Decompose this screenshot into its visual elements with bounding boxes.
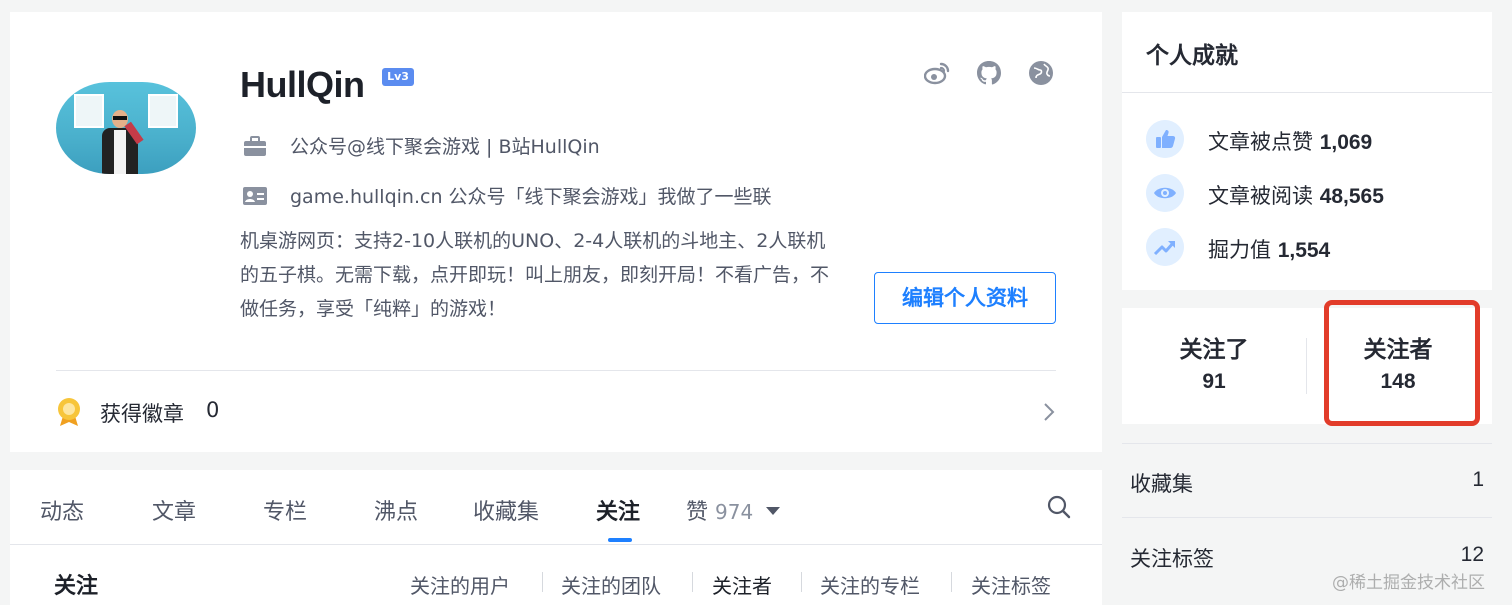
weibo-icon[interactable] xyxy=(924,60,950,86)
watermark: @稀土掘金技术社区 xyxy=(1332,573,1485,593)
achievement-label-text: 掘力值 xyxy=(1208,238,1271,262)
subtab-followers[interactable]: 关注者 xyxy=(712,570,772,599)
subtab-followed-tags[interactable]: 关注标签 xyxy=(971,570,1051,599)
following-stat[interactable]: 关注了 91 xyxy=(1124,330,1304,394)
following-label: 关注了 xyxy=(1179,337,1249,363)
bio-text: 机桌游网页：支持2-10人联机的UNO、2-4人联机的斗地主、2人联机的五子棋。… xyxy=(240,230,830,320)
separator xyxy=(692,572,693,592)
subtab-followed-users[interactable]: 关注的用户 xyxy=(410,570,510,599)
id-card-icon xyxy=(243,187,267,205)
caret-down-icon xyxy=(766,507,781,515)
achievement-label: 文章被点赞 1,069 xyxy=(1208,126,1372,156)
tab-following[interactable]: 关注 xyxy=(596,494,640,526)
achievement-label: 掘力值 1,554 xyxy=(1208,234,1330,264)
badges-count: 0 xyxy=(206,398,220,422)
thumbs-up-icon xyxy=(1146,120,1184,158)
tab-activity[interactable]: 动态 xyxy=(40,494,84,526)
active-tab-indicator xyxy=(608,538,632,542)
trend-up-icon xyxy=(1146,228,1184,266)
tab-articles[interactable]: 文章 xyxy=(152,494,196,526)
tab-likes[interactable]: 赞 974 xyxy=(686,494,781,526)
achievement-value: 48,565 xyxy=(1319,185,1384,208)
briefcase-icon xyxy=(244,136,266,156)
achievements-title: 个人成就 xyxy=(1146,43,1238,69)
chevron-right-icon[interactable] xyxy=(1042,402,1056,422)
badges-row[interactable]: 获得徽章 0 xyxy=(56,392,1056,432)
divider xyxy=(1122,517,1492,518)
job-title: 公众号@线下聚会游戏 | B站HullQin xyxy=(290,136,600,158)
tab-collections[interactable]: 收藏集 xyxy=(473,494,539,526)
tags-row-label[interactable]: 关注标签 xyxy=(1130,543,1214,573)
achievement-value: 1,069 xyxy=(1319,131,1373,154)
separator xyxy=(951,572,952,592)
highlight-box xyxy=(1324,300,1480,426)
tab-likes-label: 赞 xyxy=(686,500,709,525)
globe-icon[interactable] xyxy=(1028,60,1054,86)
section-title: 关注 xyxy=(54,574,99,599)
achievement-label: 文章被阅读 48,565 xyxy=(1208,180,1384,210)
level-badge: Lv3 xyxy=(382,68,414,86)
separator xyxy=(542,572,543,592)
following-count: 91 xyxy=(1202,370,1226,393)
bio-line: game.hullqin.cn 公众号「线下聚会游戏」我做了一些联 xyxy=(290,186,772,208)
divider xyxy=(56,370,1056,371)
achievement-value: 1,554 xyxy=(1277,239,1331,262)
tags-row-count: 12 xyxy=(1460,543,1484,566)
divider xyxy=(1122,92,1492,93)
likes-count: 974 xyxy=(715,500,754,524)
achievement-reads: 文章被阅读 48,565 xyxy=(1146,174,1486,212)
achievement-likes: 文章被点赞 1,069 xyxy=(1146,120,1486,158)
achievement-label-text: 文章被阅读 xyxy=(1208,184,1313,208)
achievements-card: 个人成就 文章被点赞 1,069 文章被阅读 48,565 掘力值 1,554 xyxy=(1122,12,1492,290)
username: HullQin xyxy=(240,64,365,105)
subtab-followed-teams[interactable]: 关注的团队 xyxy=(561,570,661,599)
profile-card: HullQin Lv3 公众号@线下聚会游戏 | B站HullQin game.… xyxy=(10,12,1102,452)
tab-columns[interactable]: 专栏 xyxy=(263,494,307,526)
medal-icon xyxy=(58,398,80,426)
eye-icon xyxy=(1146,174,1184,212)
divider xyxy=(1122,443,1492,444)
edit-profile-button[interactable]: 编辑个人资料 xyxy=(874,272,1056,324)
avatar[interactable] xyxy=(56,82,196,174)
achievement-power: 掘力值 1,554 xyxy=(1146,228,1486,266)
search-icon[interactable] xyxy=(1046,494,1072,520)
github-icon[interactable] xyxy=(976,60,1002,86)
collections-row-label[interactable]: 收藏集 xyxy=(1130,468,1193,498)
achievement-label-text: 文章被点赞 xyxy=(1208,130,1313,154)
divider xyxy=(10,544,1102,545)
separator xyxy=(801,572,802,592)
badges-label: 获得徽章 xyxy=(100,402,184,426)
separator xyxy=(1306,338,1307,394)
tabs-card: 动态 文章 专栏 沸点 收藏集 关注 赞 974 关注 关注的用户 关注的团队 … xyxy=(10,470,1102,605)
subtab-followed-columns[interactable]: 关注的专栏 xyxy=(820,570,920,599)
collections-row-count: 1 xyxy=(1472,468,1484,491)
tab-pins[interactable]: 沸点 xyxy=(374,494,418,526)
